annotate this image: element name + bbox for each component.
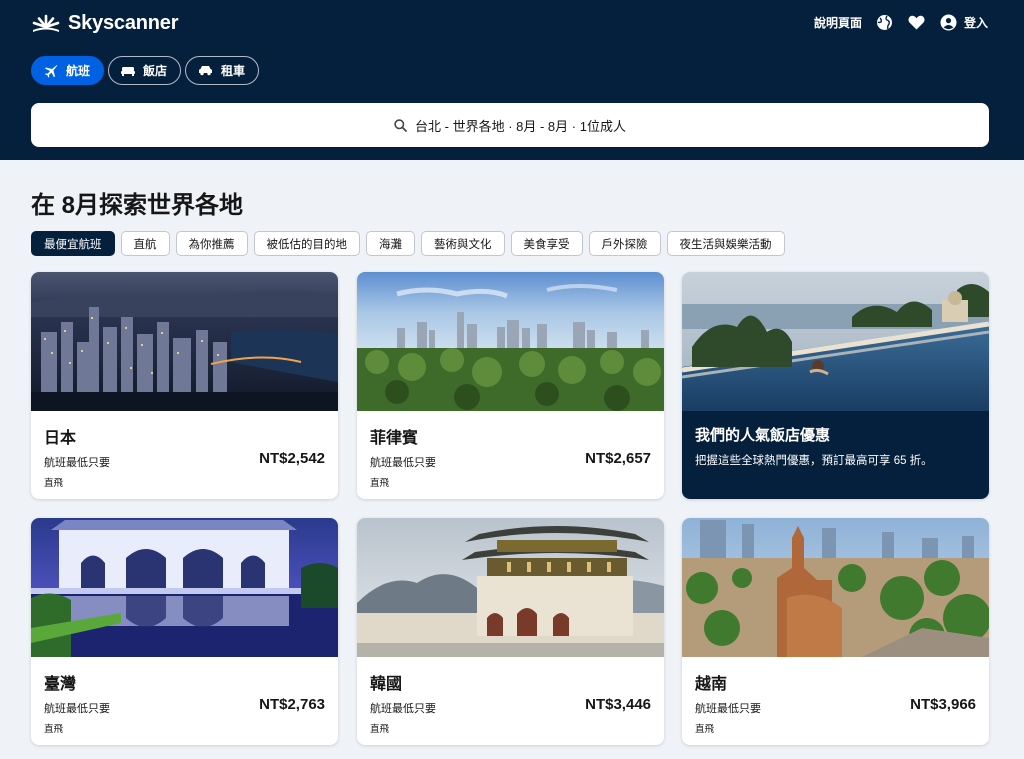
destination-card-taiwan[interactable]: 臺灣 航班最低只要 NT$2,763 直飛 [31, 518, 338, 745]
chip-outdoors[interactable]: 戶外探險 [588, 231, 661, 256]
destination-price: NT$3,966 [910, 696, 976, 713]
direct-note: 直飛 [370, 478, 390, 489]
tab-car-hire-label: 租車 [221, 64, 246, 78]
search-summary-text: 台北 - 世界各地 · 8月 - 8月 · 1位成人 [415, 118, 626, 134]
destination-name: 菲律賓 [370, 430, 419, 447]
destination-name: 韓國 [370, 676, 403, 693]
login-label: 登入 [963, 15, 988, 30]
destination-card-philippines[interactable]: 菲律賓 航班最低只要 NT$2,657 直飛 [357, 272, 664, 499]
direct-note: 直飛 [695, 724, 715, 735]
promo-description: 把握這些全球熱門優惠，預訂最高可享 65 折。 [695, 455, 933, 467]
destination-image [682, 518, 989, 657]
brand-name: Skyscanner [68, 12, 179, 34]
hotel-deals-promo-card[interactable]: 我們的人氣飯店優惠 把握這些全球熱門優惠，預訂最高可享 65 折。 [682, 272, 989, 499]
chip-food[interactable]: 美食享受 [510, 231, 583, 256]
tab-flights-label: 航班 [66, 64, 91, 78]
price-caption: 航班最低只要 [370, 457, 436, 469]
price-caption: 航班最低只要 [695, 703, 761, 715]
chip-recommended[interactable]: 為你推薦 [175, 231, 248, 256]
tab-hotels[interactable]: 飯店 [108, 56, 182, 85]
plane-icon [45, 64, 58, 78]
destination-card-japan[interactable]: 日本 航班最低只要 NT$2,542 直飛 [31, 272, 338, 499]
destination-price: NT$2,763 [259, 696, 325, 713]
destination-card-vietnam[interactable]: 越南 航班最低只要 NT$3,966 直飛 [682, 518, 989, 745]
bed-icon [121, 66, 136, 76]
globe-icon[interactable] [876, 13, 894, 31]
login-button[interactable]: 登入 [940, 14, 988, 31]
destination-name: 臺灣 [44, 676, 77, 693]
destination-price: NT$2,657 [585, 450, 651, 467]
price-caption: 航班最低只要 [44, 457, 110, 469]
chip-underrated[interactable]: 被低估的目的地 [253, 231, 360, 256]
search-summary-bar[interactable]: 台北 - 世界各地 · 8月 - 8月 · 1位成人 [31, 103, 989, 147]
category-chips: 最便宜航班 直航 為你推薦 被低估的目的地 海灘 藝術與文化 美食享受 戶外探險… [31, 231, 785, 256]
promo-image [682, 272, 989, 411]
price-caption: 航班最低只要 [44, 703, 110, 715]
direct-note: 直飛 [370, 724, 390, 735]
destination-image [31, 272, 338, 411]
site-header: Skyscanner 說明頁面 登入 航班 飯店 租車 台北 - 世界各地 · [0, 0, 1024, 160]
destination-image [357, 518, 664, 657]
chip-beach[interactable]: 海灘 [366, 231, 415, 256]
search-icon [394, 118, 407, 132]
tab-car-hire[interactable]: 租車 [185, 56, 260, 85]
user-icon [940, 14, 957, 30]
promo-panel: 我們的人氣飯店優惠 把握這些全球熱門優惠，預訂最高可享 65 折。 [682, 411, 989, 499]
destination-image [357, 272, 664, 411]
tab-flights[interactable]: 航班 [31, 56, 105, 85]
price-caption: 航班最低只要 [370, 703, 436, 715]
sunburst-icon [32, 14, 60, 32]
destination-card-korea[interactable]: 韓國 航班最低只要 NT$3,446 直飛 [357, 518, 664, 745]
skyscanner-logo[interactable]: Skyscanner [31, 12, 178, 35]
destination-name: 越南 [695, 676, 728, 693]
page-title: 在 8月探索世界各地 [31, 192, 244, 219]
chip-arts-culture[interactable]: 藝術與文化 [421, 231, 505, 256]
product-tabs: 航班 飯店 租車 [31, 56, 260, 85]
chip-direct[interactable]: 直航 [120, 231, 170, 256]
destination-price: NT$2,542 [259, 450, 325, 467]
heart-icon[interactable] [908, 13, 926, 31]
destination-name: 日本 [44, 430, 77, 447]
direct-note: 直飛 [44, 724, 64, 735]
help-link[interactable]: 說明頁面 [814, 14, 862, 31]
destination-image [31, 518, 338, 657]
direct-note: 直飛 [44, 478, 64, 489]
chip-nightlife[interactable]: 夜生活與娛樂活動 [666, 231, 785, 256]
tab-hotels-label: 飯店 [143, 64, 168, 78]
header-nav: 說明頁面 登入 [814, 13, 988, 31]
destination-price: NT$3,446 [585, 696, 651, 713]
chip-cheapest[interactable]: 最便宜航班 [31, 231, 115, 256]
promo-title: 我們的人氣飯店優惠 [695, 427, 831, 444]
car-icon [199, 66, 213, 76]
